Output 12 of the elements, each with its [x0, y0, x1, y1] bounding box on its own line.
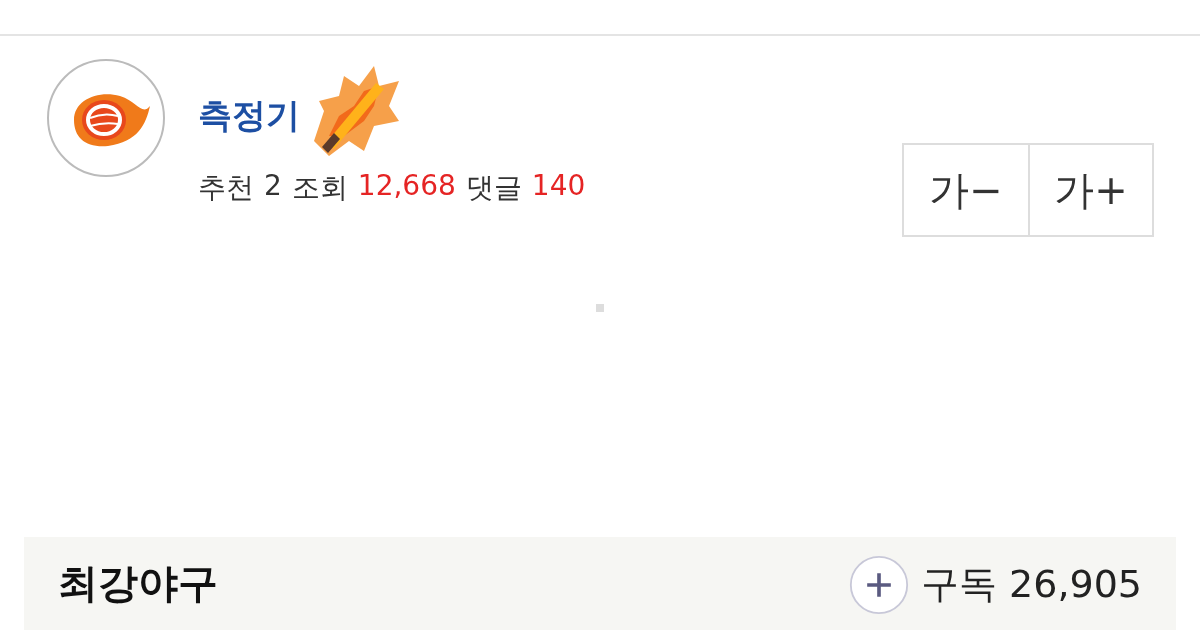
author-name[interactable]: 측정기	[198, 92, 300, 139]
plus-icon[interactable]	[849, 555, 910, 615]
stat-value: 12,668	[357, 169, 456, 204]
stat-label: 댓글	[465, 170, 522, 206]
stat-value: 2	[264, 169, 282, 204]
subscribe-label: 구독	[921, 562, 998, 608]
subscriber-count: 26,905	[1009, 562, 1142, 608]
avatar-icon	[46, 58, 166, 178]
stat-label: 추천	[198, 170, 254, 206]
channel-name[interactable]: 최강야구	[58, 559, 218, 607]
stat-value: 140	[531, 169, 586, 204]
stat-label: 조회	[291, 170, 348, 206]
